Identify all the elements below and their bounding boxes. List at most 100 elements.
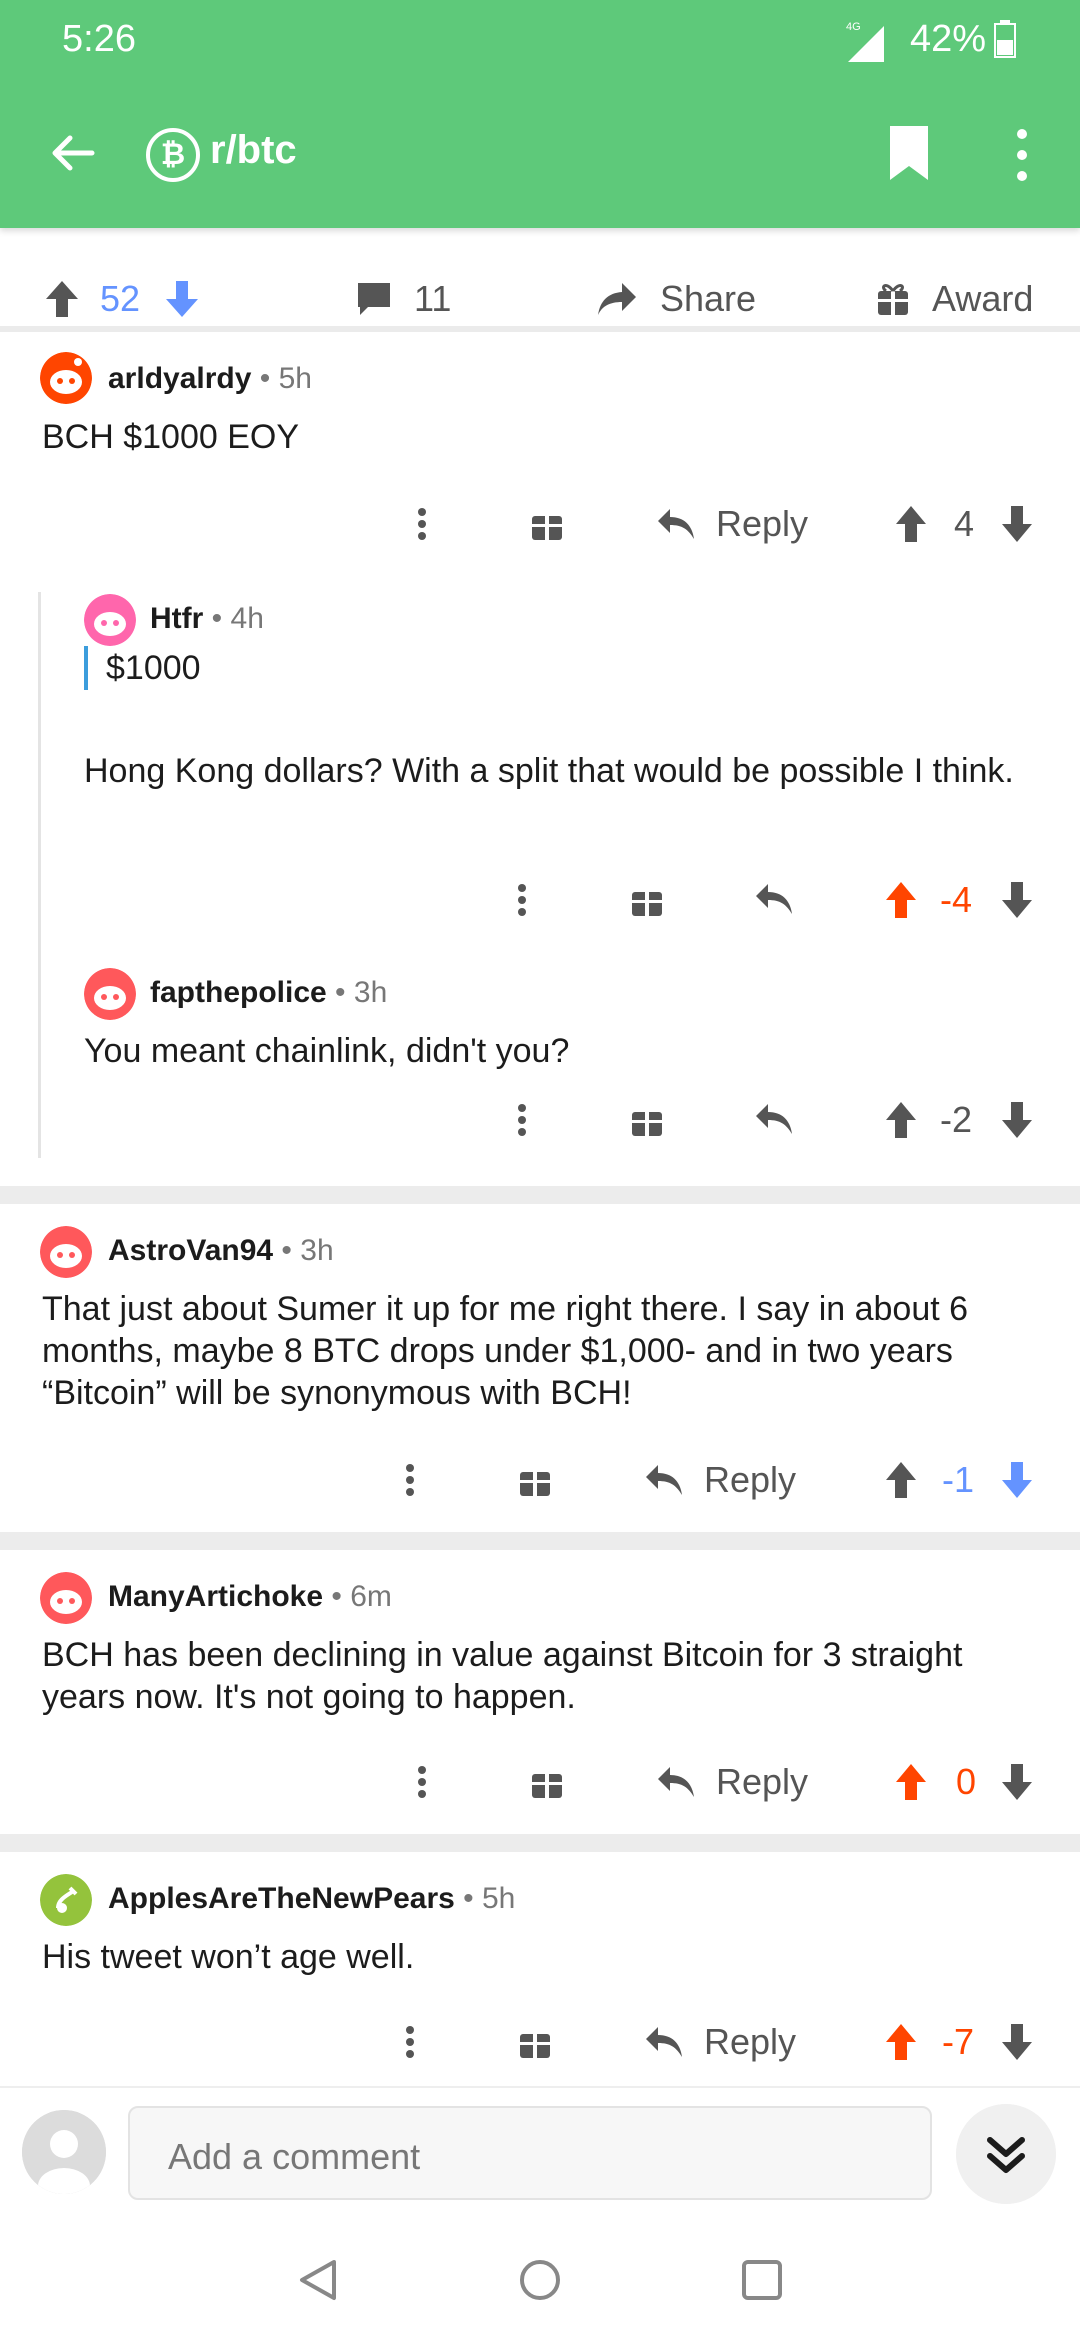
comment-actions: -2 — [400, 1092, 1040, 1148]
more-options-icon[interactable] — [516, 1092, 528, 1148]
status-time: 5:26 — [62, 18, 136, 60]
downvote-icon[interactable] — [1000, 872, 1034, 928]
comment-bubble-icon — [358, 283, 390, 315]
more-options-icon[interactable] — [404, 1452, 416, 1508]
comment-thread: AstroVan94 • 3h That just about Sumer it… — [0, 1204, 1080, 1530]
comment-divider — [0, 1532, 1080, 1550]
reply-arrow-icon[interactable] — [754, 872, 794, 928]
comment-composer: Add a comment — [0, 2086, 1080, 2216]
avatar[interactable] — [40, 352, 92, 404]
reply-button[interactable]: Reply — [644, 1452, 796, 1508]
bookmark-icon[interactable] — [886, 124, 932, 182]
avatar[interactable] — [40, 1226, 92, 1278]
nav-back-icon[interactable] — [296, 2258, 340, 2302]
gift-icon[interactable] — [630, 1092, 664, 1148]
award-button[interactable]: Award — [876, 274, 1033, 324]
status-bar: 5:26 4G 42% — [0, 0, 1080, 80]
gift-icon[interactable] — [518, 2014, 552, 2070]
upvote-icon[interactable] — [884, 872, 918, 928]
nav-home-icon[interactable] — [518, 2258, 562, 2302]
upvote-icon[interactable] — [894, 1754, 928, 1810]
username[interactable]: Htfr — [150, 602, 203, 635]
comment-age: 5h — [278, 362, 312, 395]
comment-score: -7 — [942, 2021, 975, 2062]
share-button[interactable]: Share — [596, 274, 756, 324]
reply-arrow-icon — [646, 1465, 682, 1495]
post-action-bar: 52 11 Share Award — [0, 268, 1080, 332]
app-header: 5:26 4G 42% ₿ r/btc — [0, 0, 1080, 228]
system-nav-bar — [0, 2216, 1080, 2340]
gift-icon[interactable] — [630, 872, 664, 928]
comment-thread: ApplesAreTheNewPears • 5h His tweet won’… — [0, 1852, 1080, 2084]
username[interactable]: ManyArtichoke — [108, 1580, 323, 1613]
share-icon — [598, 283, 636, 315]
comment-body: BCH $1000 EOY — [42, 418, 300, 456]
back-arrow-icon[interactable] — [48, 128, 98, 178]
comment-score: 4 — [954, 503, 975, 544]
avatar[interactable] — [40, 1874, 92, 1926]
avatar[interactable] — [84, 968, 136, 1020]
comment-body: His tweet won’t age well. — [42, 1938, 415, 1976]
gift-icon[interactable] — [530, 1754, 564, 1810]
comment-meta: AstroVan94 • 3h — [108, 1234, 334, 1267]
comment-count: 11 — [414, 278, 452, 319]
comment-age: 3h — [353, 976, 388, 1009]
reply-label: Reply — [716, 503, 809, 544]
bitcoin-icon[interactable]: ₿ — [146, 128, 200, 182]
downvote-icon[interactable] — [164, 279, 200, 319]
comment-age: 4h — [230, 602, 264, 635]
more-options-icon[interactable] — [416, 496, 428, 552]
username[interactable]: fapthepolice — [150, 976, 327, 1009]
downvote-icon[interactable] — [1000, 1754, 1034, 1810]
avatar[interactable] — [84, 594, 136, 646]
more-options-icon[interactable] — [404, 2014, 416, 2070]
thread-line[interactable] — [38, 592, 41, 1158]
downvote-icon[interactable] — [1000, 1452, 1034, 1508]
downvote-icon[interactable] — [1000, 2014, 1034, 2070]
downvote-icon[interactable] — [1000, 1092, 1034, 1148]
reply-label: Reply — [704, 1459, 797, 1500]
nav-recents-icon[interactable] — [740, 2258, 784, 2302]
post-vote-group: 52 — [44, 274, 200, 324]
gift-icon[interactable] — [530, 496, 564, 552]
comment-score: -1 — [942, 1459, 975, 1500]
username[interactable]: AstroVan94 — [108, 1234, 273, 1267]
more-options-icon[interactable] — [416, 1754, 428, 1810]
comment-actions: Reply 4 — [400, 496, 1040, 552]
gift-icon[interactable] — [518, 1452, 552, 1508]
upvote-icon[interactable] — [884, 2014, 918, 2070]
avatar[interactable] — [40, 1572, 92, 1624]
collapse-double-chevron-icon[interactable] — [956, 2104, 1056, 2204]
reply-arrow-icon — [646, 2027, 682, 2057]
upvote-icon[interactable] — [44, 279, 80, 319]
more-vertical-icon[interactable] — [1012, 128, 1032, 182]
comment-body: BCH has been declining in value against … — [42, 1636, 963, 1716]
reply-arrow-icon[interactable] — [754, 1092, 794, 1148]
downvote-icon[interactable] — [1000, 496, 1034, 552]
upvote-icon[interactable] — [884, 1092, 918, 1148]
username[interactable]: ApplesAreTheNewPears — [108, 1882, 455, 1915]
reply-button[interactable]: Reply — [656, 1754, 808, 1810]
username[interactable]: arldyalrdy — [108, 362, 251, 395]
quote-block: $1000 — [84, 646, 201, 690]
award-label: Award — [932, 278, 1034, 319]
reply-button[interactable]: Reply — [644, 2014, 796, 2070]
upvote-icon[interactable] — [884, 1452, 918, 1508]
comment-actions: Reply -1 — [400, 1452, 1040, 1508]
user-avatar[interactable] — [22, 2110, 106, 2194]
add-comment-input[interactable]: Add a comment — [128, 2106, 932, 2200]
upvote-icon[interactable] — [894, 496, 928, 552]
reply-label: Reply — [704, 2021, 797, 2062]
comment-divider — [0, 1186, 1080, 1204]
comment-meta: arldyalrdy • 5h — [108, 362, 312, 395]
share-label: Share — [660, 278, 757, 319]
battery-icon — [994, 20, 1016, 58]
comments-button[interactable]: 11 — [356, 274, 451, 324]
comment-age: 6m — [350, 1580, 392, 1613]
more-options-icon[interactable] — [516, 872, 528, 928]
comment-score: -4 — [940, 879, 973, 920]
comment-meta: ManyArtichoke • 6m — [108, 1580, 392, 1613]
signal-icon: 4G — [846, 21, 884, 62]
reply-button[interactable]: Reply — [656, 496, 808, 552]
subreddit-name[interactable]: r/btc — [210, 128, 297, 173]
